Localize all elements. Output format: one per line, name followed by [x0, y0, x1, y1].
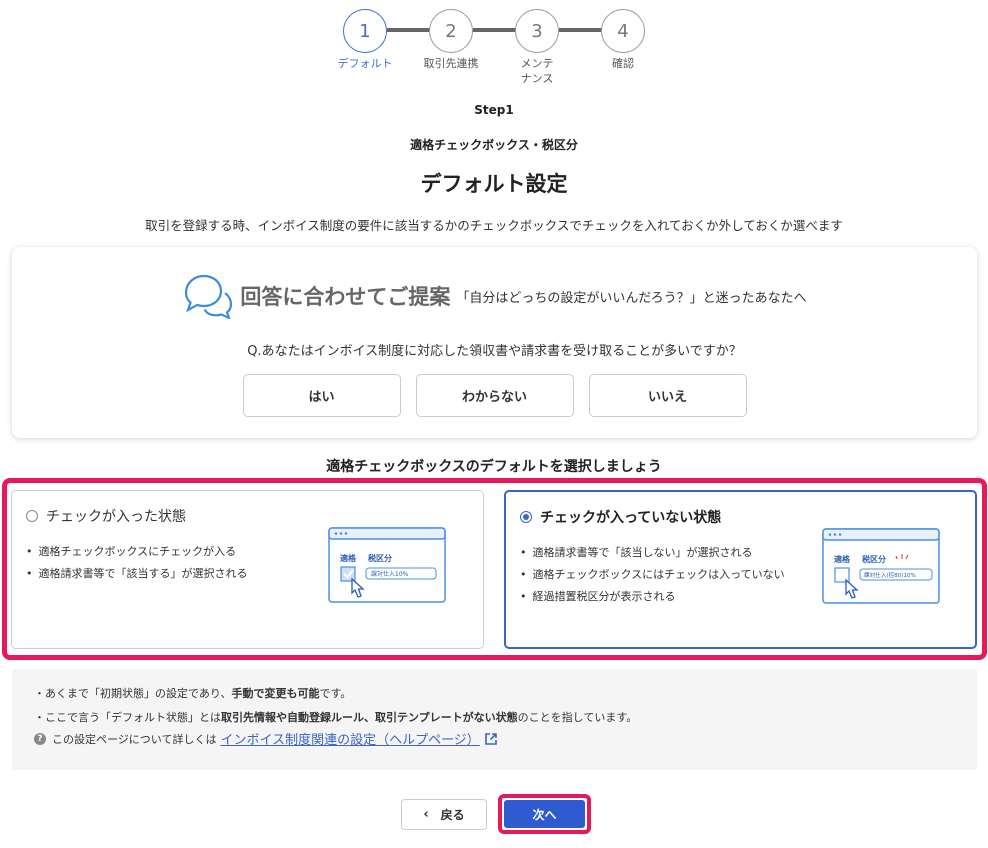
- step-4-circle[interactable]: 4: [601, 9, 645, 53]
- note2-end: のことを指しています。: [517, 711, 638, 724]
- illus-col2-label: 税区分: [368, 553, 392, 563]
- option-checked-title: チェックが入った状態: [46, 509, 186, 525]
- notes-panel: ・あくまで「初期状態」の設定であり、手動で変更も可能です。 ・ここで言う「デフォ…: [12, 669, 977, 770]
- illus-col1-label: 適格: [834, 554, 851, 564]
- option-unchecked-bullets: 適格請求書等で「該当しない」が選択される 適格チェックボックスにはチェックは入っ…: [520, 542, 785, 608]
- note-help: ? この設定ページについて詳しくは インボイス制度関連の設定（ヘルプページ）: [34, 729, 498, 748]
- choose-default-heading: 適格チェックボックスのデフォルトを選択しましょう: [326, 459, 662, 475]
- step-1-circle[interactable]: 1: [343, 9, 387, 53]
- answer-no-button[interactable]: いいえ: [588, 374, 747, 417]
- step-3-label-line2: ナンス: [520, 72, 554, 85]
- checked-state-illustration: 適格 税区分 課対仕入10%: [328, 527, 446, 603]
- step-connector: [387, 28, 431, 32]
- illus-field-value: 課対仕入(控80)10%: [864, 571, 916, 579]
- list-item: 経過措置税区分が表示される: [520, 586, 785, 608]
- note1-bold: 手動で変更も可能: [231, 687, 320, 700]
- answer-yes-button[interactable]: はい: [242, 374, 401, 417]
- suggestion-tagline: 「自分はどっちの設定がいいんだろう？」と迷ったあなたへ: [456, 290, 807, 306]
- chat-bubbles-icon: [185, 274, 233, 319]
- list-item: 適格請求書等で「該当する」が選択される: [26, 563, 248, 585]
- list-item: 適格チェックボックスにチェックが入る: [26, 541, 248, 563]
- note-manual-change: ・あくまで「初期状態」の設定であり、手動で変更も可能です。: [34, 685, 351, 701]
- back-button-label: 戻る: [440, 808, 465, 822]
- option-checked-header: チェックが入った状態: [26, 506, 186, 526]
- list-item: 適格チェックボックスにはチェックは入っていない: [520, 564, 785, 586]
- note1-text: ・あくまで「初期状態」の設定であり、: [34, 687, 232, 700]
- illus-col2-label: 税区分: [862, 554, 886, 564]
- question-icon: ?: [34, 732, 46, 745]
- step-3-label-line1: メンテ: [520, 57, 554, 70]
- step-3-circle[interactable]: 3: [515, 9, 559, 53]
- stepper: 1 2 3 4 デフォルト 取引先連携 メンテ ナンス 確認: [0, 5, 988, 95]
- chevron-left-icon: ‹: [423, 807, 429, 822]
- help-prefix: この設定ページについて詳しくは: [52, 732, 217, 746]
- next-button[interactable]: 次へ: [504, 800, 585, 828]
- step-1-label: デフォルト: [337, 57, 393, 70]
- suggestion-question: Q.あなたはインボイス制度に対応した領収書や請求書を受け取ることが多いですか？: [247, 344, 742, 359]
- step-indicator: Step1: [474, 103, 514, 117]
- suggestion-card: 回答に合わせてご提案 「自分はどっちの設定がいいんだろう？」と迷ったあなたへ Q…: [12, 247, 977, 438]
- option-unchecked-header: チェックが入っていない状態: [520, 507, 721, 527]
- note2-text: ・ここで言う「デフォルト状態」とは: [34, 711, 221, 724]
- step-4-label: 確認: [612, 57, 634, 70]
- section-subtitle: 適格チェックボックス・税区分: [410, 138, 578, 152]
- illus-col1-label: 適格: [340, 553, 357, 563]
- step-connector: [559, 28, 603, 32]
- option-checked-card[interactable]: チェックが入った状態 適格チェックボックスにチェックが入る 適格請求書等で「該当…: [11, 490, 484, 649]
- illus-field-value: 課対仕入10%: [371, 570, 409, 578]
- option-unchecked-title: チェックが入っていない状態: [540, 510, 722, 526]
- note2-bold: 取引先情報や自動登録ルール、取引テンプレートがない状態: [221, 711, 518, 724]
- answer-unsure-button[interactable]: わからない: [415, 374, 574, 417]
- note-default-state: ・ここで言う「デフォルト状態」とは取引先情報や自動登録ルール、取引テンプレートが…: [34, 709, 637, 725]
- note1-end: です。: [319, 687, 352, 700]
- suggestion-header: 回答に合わせてご提案 「自分はどっちの設定がいいんだろう？」と迷ったあなたへ: [12, 273, 977, 319]
- help-page-link[interactable]: インボイス制度関連の設定（ヘルプページ）: [220, 729, 479, 748]
- page-description: 取引を登録する時、インボイス制度の要件に該当するかのチェックボックスでチェックを…: [145, 218, 843, 233]
- option-checked-bullets: 適格チェックボックスにチェックが入る 適格請求書等で「該当する」が選択される: [26, 541, 248, 585]
- back-button[interactable]: ‹ 戻る: [401, 799, 487, 830]
- unchecked-state-illustration: 適格 税区分 課対仕入(控80)10%: [822, 528, 940, 604]
- page-title: デフォルト設定: [420, 172, 568, 196]
- step-2-label: 取引先連携: [423, 57, 479, 70]
- step-2-circle[interactable]: 2: [429, 9, 473, 53]
- option-unchecked-card[interactable]: チェックが入っていない状態 適格請求書等で「該当しない」が選択される 適格チェッ…: [504, 490, 977, 649]
- suggestion-title: 回答に合わせてご提案: [240, 285, 451, 309]
- option-unchecked-radio[interactable]: [520, 511, 532, 523]
- option-checked-radio[interactable]: [26, 510, 38, 522]
- answer-group: はい わからない いいえ: [12, 374, 977, 417]
- step-connector: [473, 28, 517, 32]
- step-3-label: メンテ ナンス: [497, 56, 577, 86]
- list-item: 適格請求書等で「該当しない」が選択される: [520, 542, 785, 564]
- external-link-icon[interactable]: [484, 732, 498, 746]
